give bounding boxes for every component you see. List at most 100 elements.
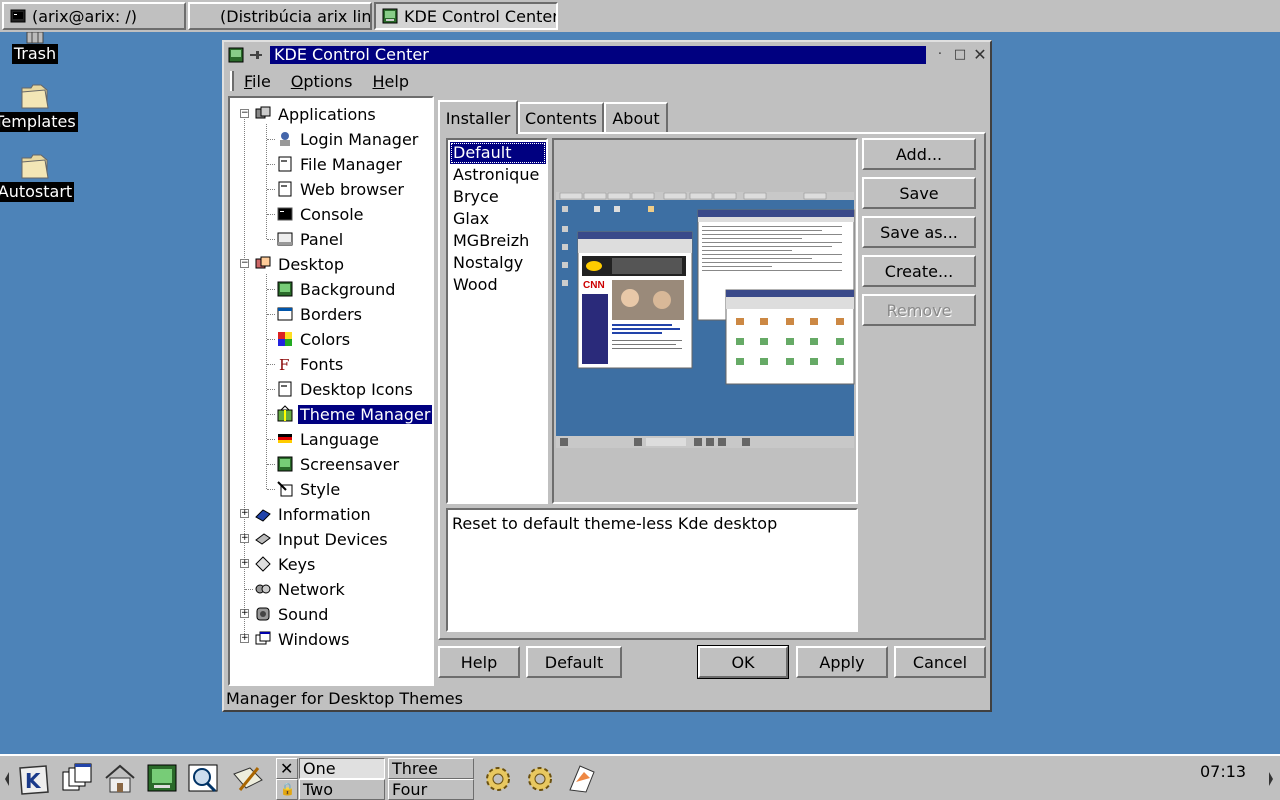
tree-item-network[interactable]: Network bbox=[254, 577, 347, 601]
module-tree[interactable]: − Applications Login Manager File Manage… bbox=[228, 96, 434, 686]
tree-item-theme-manager[interactable]: Theme Manager bbox=[276, 402, 432, 426]
theme-item-mgbreizh[interactable]: MGBreizh bbox=[450, 230, 546, 252]
save-button[interactable]: Save bbox=[862, 177, 976, 209]
expander-applications[interactable]: − bbox=[240, 109, 249, 118]
minimize-icon[interactable]: · bbox=[932, 47, 948, 63]
home-icon[interactable] bbox=[102, 762, 138, 796]
expander-information[interactable]: + bbox=[240, 509, 249, 518]
network-icon bbox=[255, 584, 271, 594]
tree-item-desktop-icons[interactable]: Desktop Icons bbox=[276, 377, 415, 401]
tree-item-web-browser[interactable]: Web browser bbox=[276, 177, 406, 201]
menu-help[interactable]: Help bbox=[373, 72, 409, 91]
tree-item-fonts[interactable]: F Fonts bbox=[276, 352, 345, 376]
ok-button[interactable]: OK bbox=[697, 645, 789, 679]
tree-item-keys[interactable]: Keys bbox=[254, 552, 317, 576]
menu-options[interactable]: Options bbox=[291, 72, 353, 91]
lock-icon[interactable]: 🔒 bbox=[276, 779, 298, 800]
title-bar[interactable]: KDE Control Center · □ ✕ bbox=[226, 44, 988, 66]
tree-item-panel[interactable]: Panel bbox=[276, 227, 345, 251]
panel-hide-left-icon[interactable] bbox=[2, 762, 12, 796]
kde-control-center-window: KDE Control Center · □ ✕ File Options He… bbox=[222, 40, 992, 712]
tree-item-screensaver[interactable]: Screensaver bbox=[276, 452, 401, 476]
tree-item-windows[interactable]: Windows bbox=[254, 627, 351, 651]
control-center-icon[interactable] bbox=[144, 762, 180, 796]
expander-sound[interactable]: + bbox=[240, 609, 249, 618]
menu-file[interactable]: File bbox=[244, 72, 271, 91]
gear-icon[interactable] bbox=[522, 762, 558, 796]
information-icon bbox=[255, 509, 271, 522]
apply-button[interactable]: Apply bbox=[796, 646, 888, 678]
gear-icon[interactable] bbox=[480, 762, 516, 796]
desktop-two-button[interactable]: Two bbox=[299, 779, 385, 800]
taskbar-item-distribution[interactable]: (Distribúcia arix lin... bbox=[188, 2, 372, 30]
clock[interactable]: 07:13 bbox=[1200, 762, 1246, 781]
expander-desktop[interactable]: − bbox=[240, 259, 249, 268]
default-button[interactable]: Default bbox=[526, 646, 622, 678]
save-as-button[interactable]: Save as... bbox=[862, 216, 976, 248]
help-button[interactable]: Help bbox=[438, 646, 520, 678]
kcontrol-icon[interactable] bbox=[228, 47, 244, 63]
tree-item-login-manager[interactable]: Login Manager bbox=[276, 127, 420, 151]
tree-item-desktop[interactable]: Desktop bbox=[254, 252, 346, 276]
desktop-four-button[interactable]: Four bbox=[388, 779, 474, 800]
pager-close-icon[interactable]: ✕ bbox=[276, 758, 298, 779]
console-icon bbox=[277, 207, 293, 221]
language-icon bbox=[278, 434, 292, 443]
desktop-icons-icon bbox=[278, 381, 292, 397]
tree-item-background[interactable]: Background bbox=[276, 277, 397, 301]
theme-item-astronique[interactable]: Astronique bbox=[450, 164, 546, 186]
expander-input-devices[interactable]: + bbox=[240, 534, 249, 543]
taskbar-item-kde-control-center[interactable]: KDE Control Center bbox=[374, 2, 558, 30]
theme-item-wood[interactable]: Wood bbox=[450, 274, 546, 296]
tab-contents[interactable]: Contents bbox=[518, 102, 604, 132]
svg-text:CNN: CNN bbox=[583, 280, 605, 291]
editor-icon[interactable] bbox=[230, 762, 266, 796]
tree-item-file-manager[interactable]: File Manager bbox=[276, 152, 404, 176]
taskbar-item-terminal[interactable]: (arix@arix: /) bbox=[2, 2, 186, 30]
tree-item-sound[interactable]: Sound bbox=[254, 602, 330, 626]
expander-keys[interactable]: + bbox=[240, 559, 249, 568]
top-taskbar: (arix@arix: /) (Distribúcia arix lin... … bbox=[0, 0, 1280, 32]
desktop-icon-trash[interactable]: Trash bbox=[0, 32, 75, 64]
panel-icon bbox=[277, 232, 293, 246]
svg-text:K: K bbox=[25, 769, 42, 793]
add-button[interactable]: Add... bbox=[862, 138, 976, 170]
desktop-icon-templates[interactable]: Templates bbox=[0, 80, 78, 132]
create-button[interactable]: Create... bbox=[862, 255, 976, 287]
close-icon[interactable]: ✕ bbox=[972, 47, 988, 63]
tree-item-input-devices[interactable]: Input Devices bbox=[254, 527, 390, 551]
maximize-icon[interactable]: □ bbox=[952, 47, 968, 63]
desktop-three-button[interactable]: Three bbox=[388, 758, 474, 779]
panel-hide-right-icon[interactable] bbox=[1266, 762, 1276, 796]
background-icon bbox=[277, 281, 293, 297]
tree-item-style[interactable]: Style bbox=[276, 477, 342, 501]
kde-menu-icon[interactable]: K bbox=[16, 762, 52, 796]
theme-list[interactable]: Default Astronique Bryce Glax MGBreizh N… bbox=[446, 138, 548, 504]
pin-icon[interactable] bbox=[248, 47, 264, 63]
window-list-icon[interactable] bbox=[60, 762, 96, 796]
tree-item-information[interactable]: Information bbox=[254, 502, 373, 526]
find-icon[interactable] bbox=[186, 762, 222, 796]
cancel-button[interactable]: Cancel bbox=[894, 646, 986, 678]
theme-item-bryce[interactable]: Bryce bbox=[450, 186, 546, 208]
theme-manager-icon bbox=[277, 405, 293, 422]
fonts-icon: F bbox=[279, 356, 289, 373]
tree-item-borders[interactable]: Borders bbox=[276, 302, 364, 326]
tree-item-console[interactable]: Console bbox=[276, 202, 366, 226]
borders-icon bbox=[277, 307, 293, 321]
tab-about[interactable]: About bbox=[604, 102, 668, 132]
remove-button[interactable]: Remove bbox=[862, 294, 976, 326]
theme-item-glax[interactable]: Glax bbox=[450, 208, 546, 230]
theme-item-default[interactable]: Default bbox=[450, 142, 546, 164]
desktop-one-button[interactable]: One bbox=[299, 758, 385, 779]
expander-windows[interactable]: + bbox=[240, 634, 249, 643]
theme-item-nostalgy[interactable]: Nostalgy bbox=[450, 252, 546, 274]
tab-installer[interactable]: Installer bbox=[438, 100, 518, 134]
desktop-icon-autostart[interactable]: Autostart bbox=[0, 150, 75, 202]
desktop-icon bbox=[255, 256, 271, 269]
menubar-grip[interactable] bbox=[230, 71, 234, 91]
tree-item-applications[interactable]: Applications bbox=[254, 102, 378, 126]
tree-item-colors[interactable]: Colors bbox=[276, 327, 352, 351]
tree-item-language[interactable]: Language bbox=[276, 427, 381, 451]
kde-logo-icon[interactable] bbox=[564, 762, 600, 796]
